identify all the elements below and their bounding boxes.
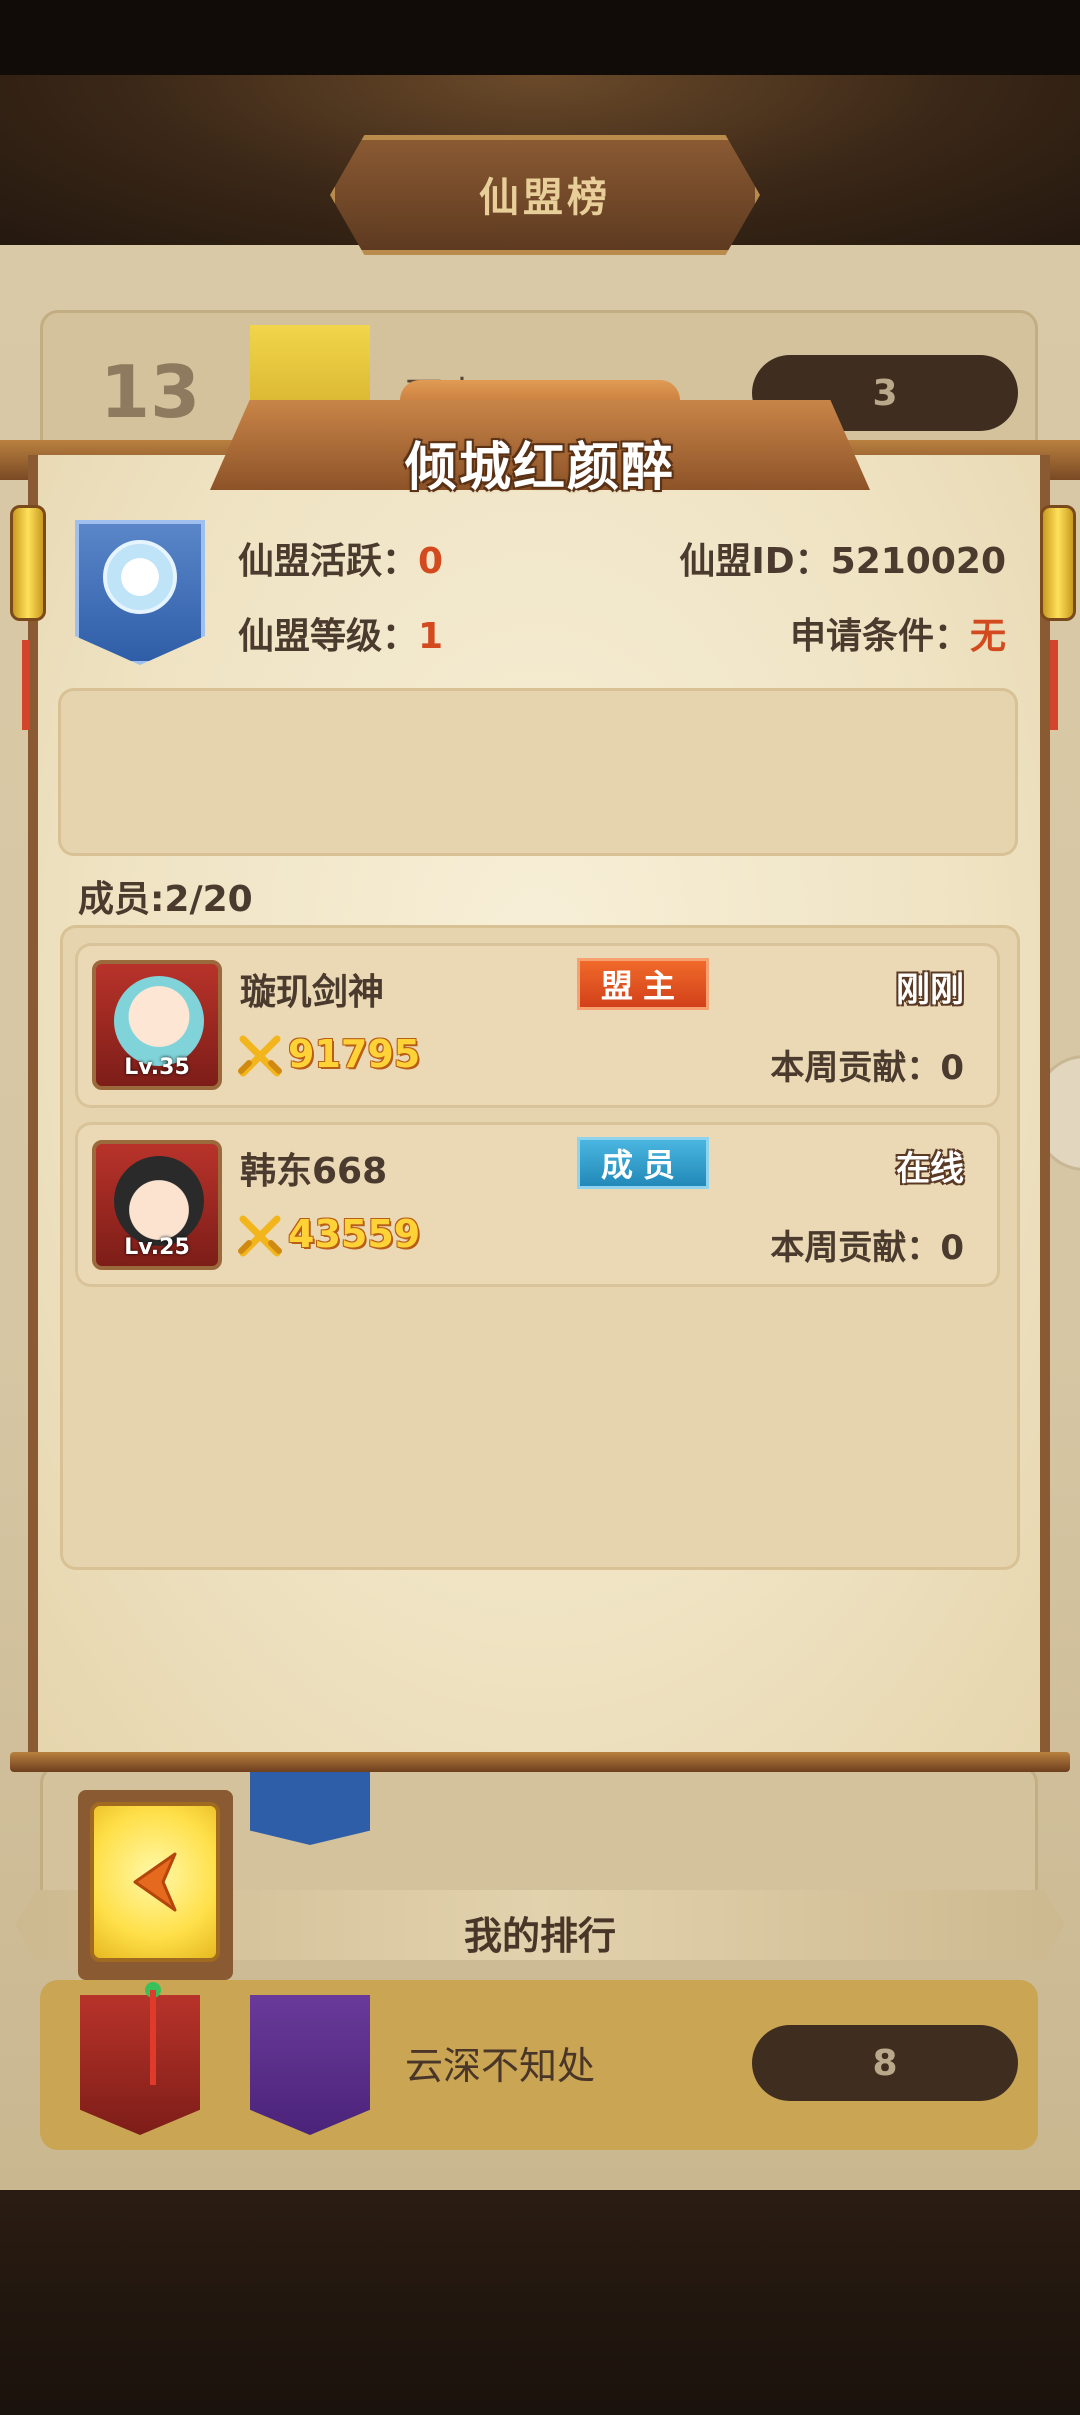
member-power: 91795	[288, 1032, 421, 1076]
my-guild-name: 云深不知处	[405, 2044, 596, 2088]
member-weekly-contribution: 本周贡献：0	[770, 1040, 964, 1089]
crossed-swords-icon	[238, 1035, 282, 1077]
guild-id-label: 仙盟ID：	[679, 541, 831, 582]
member-name: 璇玑剑神	[240, 972, 385, 1013]
role-badge-member: 成员	[577, 1137, 709, 1189]
apply-condition-label: 申请条件：	[789, 616, 970, 657]
guild-activity-value: 0	[418, 541, 444, 582]
leaderboard-title: 仙盟榜	[479, 175, 611, 221]
member-level: Lv.25	[124, 1235, 190, 1260]
guild-level-label: 仙盟等级：	[238, 616, 419, 657]
member-power: 43559	[288, 1212, 421, 1256]
role-badge-leader: 盟主	[577, 958, 709, 1010]
panel-bottom-rail	[10, 1752, 1070, 1772]
right-lantern-icon	[1040, 505, 1076, 621]
crossed-swords-icon	[238, 1215, 282, 1257]
my-rank-row[interactable]: 云深不知处 8	[40, 1980, 1038, 2150]
footer-decoration	[0, 2190, 1080, 2415]
back-arrow-icon	[133, 1852, 177, 1912]
guild-id: 仙盟ID：5210020	[679, 532, 1006, 584]
avatar-face	[114, 976, 204, 1066]
member-weekly-contribution: 本周贡献：0	[770, 1220, 964, 1269]
member-online-status: 刚刚	[896, 970, 964, 1010]
members-count: 成员:2/20	[78, 879, 253, 920]
left-tassel	[22, 640, 30, 730]
guild-level: 仙盟等级：1	[238, 607, 443, 659]
hanger-string	[150, 1990, 156, 2085]
rank-number: 13	[100, 350, 201, 434]
member-avatar[interactable]: Lv.25	[92, 1140, 222, 1270]
back-button[interactable]	[90, 1802, 220, 1962]
contribution-label: 本周贡献：	[770, 1228, 941, 1268]
contribution-value: 0	[940, 1228, 964, 1268]
lotus-banner-icon	[250, 1995, 370, 2135]
right-tassel	[1050, 640, 1058, 730]
rank-medal-icon	[80, 1995, 200, 2135]
yin-yang-symbol	[103, 540, 177, 614]
contribution-label: 本周贡献：	[770, 1048, 941, 1088]
member-name: 韩东668	[240, 1151, 388, 1192]
my-guild-score: 8	[752, 2025, 1018, 2101]
guild-activity-label: 仙盟活跃：	[238, 541, 419, 582]
guild-title: 倾城红颜醉	[404, 438, 675, 498]
guild-id-value: 5210020	[830, 541, 1006, 582]
avatar-face	[114, 1156, 204, 1246]
guild-activity: 仙盟活跃：0	[238, 532, 443, 584]
guild-banner-icon	[250, 1765, 370, 1845]
guild-description-box	[58, 688, 1018, 856]
member-level: Lv.35	[124, 1055, 190, 1080]
apply-condition: 申请条件：无	[790, 607, 1006, 659]
apply-condition-value: 无	[969, 616, 1006, 657]
left-lantern-icon	[10, 505, 46, 621]
member-avatar[interactable]: Lv.35	[92, 960, 222, 1090]
member-online-status: 在线	[896, 1149, 964, 1189]
contribution-value: 0	[940, 1048, 964, 1088]
guild-level-value: 1	[418, 616, 444, 657]
